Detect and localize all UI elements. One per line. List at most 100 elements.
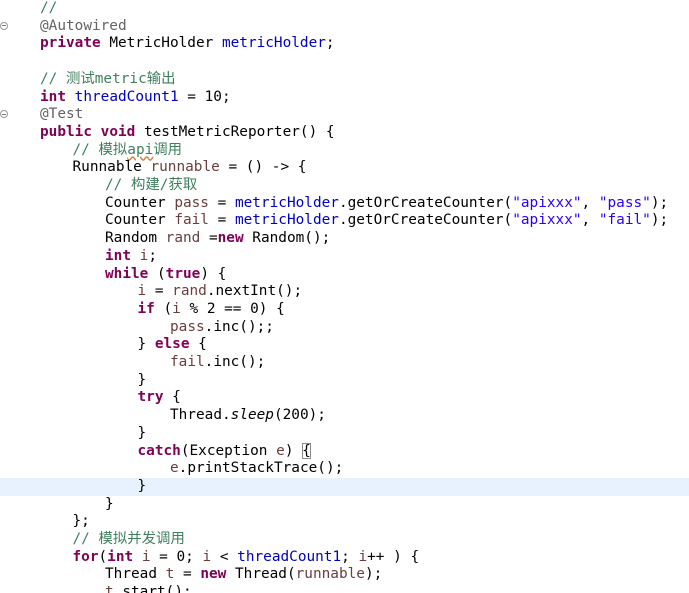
code-line[interactable]: // 测试metric输出 <box>0 71 689 89</box>
code-line-text: // 测试metric输出 <box>40 71 176 89</box>
code-line[interactable]: int threadCount1 = 10; <box>0 89 689 107</box>
code-token: }; <box>72 513 90 530</box>
code-token: (Exception <box>180 442 277 459</box>
code-token: < <box>211 548 238 565</box>
code-line[interactable] <box>0 53 689 71</box>
code-line-text: @Test <box>40 106 83 124</box>
code-token: .inc();; <box>204 318 274 335</box>
code-token: testMetricReporter() { <box>135 123 335 140</box>
code-line-text: } <box>105 496 114 514</box>
code-token: .getOrCreateCounter( <box>338 194 513 211</box>
code-line[interactable]: // <box>0 0 689 18</box>
code-token: sleep <box>230 407 274 424</box>
code-token: threadCount1 <box>237 548 342 565</box>
code-token: e <box>170 460 179 477</box>
code-token: .start(); <box>113 584 192 593</box>
code-token: , <box>581 212 599 229</box>
code-line[interactable]: @Test <box>0 106 689 124</box>
code-token: metricHolder <box>234 194 339 211</box>
code-line[interactable]: private MetricHolder metricHolder; <box>0 35 689 53</box>
code-line[interactable]: i = rand.nextInt(); <box>0 283 689 301</box>
code-token: (200); <box>273 407 326 424</box>
code-line-text: catch(Exception e) { <box>138 442 311 461</box>
code-token: // 模拟并发调用 <box>72 531 185 547</box>
code-line[interactable]: pass.inc();; <box>0 319 689 337</box>
code-line-text: pass.inc();; <box>170 319 274 337</box>
code-line[interactable]: @Autowired <box>0 18 689 36</box>
code-line[interactable]: } else { <box>0 336 689 354</box>
code-token: try <box>137 389 164 406</box>
code-line-text: Thread.sleep(200); <box>170 407 326 425</box>
code-token: api <box>127 141 154 158</box>
code-line[interactable]: Random rand =new Random(); <box>0 230 689 248</box>
code-token: { <box>163 389 181 406</box>
code-token: "apixxx" <box>512 194 582 211</box>
code-token: ) { <box>200 265 227 282</box>
code-line[interactable]: while (true) { <box>0 266 689 284</box>
code-token: .inc(); <box>204 354 266 370</box>
code-line[interactable]: Thread t = new Thread(runnable); <box>0 566 689 584</box>
code-token: = <box>174 566 201 583</box>
code-line[interactable]: } <box>0 425 689 443</box>
code-token: , <box>581 194 599 211</box>
code-token: fail <box>174 212 209 229</box>
code-token: pass <box>174 194 209 211</box>
code-token: { <box>302 442 311 459</box>
code-token: i <box>137 283 147 300</box>
current-line[interactable]: } <box>0 477 689 496</box>
code-line-text: // 构建/获取 <box>105 177 197 195</box>
code-line-text: t.start(); <box>105 584 192 593</box>
code-line[interactable]: for(int i = 0; i < threadCount1; i++ ) { <box>0 549 689 567</box>
code-token: Thread( <box>226 566 296 583</box>
code-token: runnable <box>295 566 365 583</box>
code-line[interactable]: } <box>0 372 689 390</box>
code-editor[interactable]: //@Autowired private MetricHolder metricH… <box>0 0 689 593</box>
code-token: runnable <box>150 159 220 176</box>
code-token: private <box>40 35 101 52</box>
code-token: rand <box>165 230 201 247</box>
code-line[interactable]: Runnable runnable = () -> { <box>0 159 689 177</box>
code-token: i <box>202 548 212 565</box>
code-line[interactable]: public void testMetricReporter() { <box>0 124 689 142</box>
code-line[interactable]: // 构建/获取 <box>0 177 689 195</box>
fold-toggle-icon[interactable] <box>0 21 8 30</box>
code-token: pass <box>170 318 205 335</box>
code-line[interactable]: // 模拟api调用 <box>0 142 689 160</box>
code-line[interactable]: } <box>0 496 689 514</box>
code-token: Runnable <box>72 159 151 176</box>
code-line[interactable]: Thread.sleep(200); <box>0 407 689 425</box>
code-line[interactable]: catch(Exception e) { <box>0 442 689 461</box>
code-line[interactable]: }; <box>0 513 689 531</box>
code-line[interactable]: Counter fail = metricHolder.getOrCreateC… <box>0 212 689 230</box>
code-line[interactable]: if (i % 2 == 0) { <box>0 301 689 319</box>
code-line-text: }; <box>73 513 90 531</box>
code-line-text: } <box>138 425 147 443</box>
code-token: ; <box>341 548 359 565</box>
code-line-text: } <box>138 372 147 390</box>
code-line-text: Runnable runnable = () -> { <box>73 159 307 177</box>
code-token: Thread. <box>170 407 231 424</box>
code-line-text: Thread t = new Thread(runnable); <box>105 566 382 584</box>
code-line-text: i = rand.nextInt(); <box>138 283 303 301</box>
code-line[interactable]: try { <box>0 389 689 407</box>
code-line[interactable]: // 模拟并发调用 <box>0 531 689 549</box>
code-token: = <box>208 194 235 211</box>
code-line[interactable]: int i; <box>0 248 689 266</box>
code-token: % 2 == 0) { <box>180 300 285 317</box>
code-token: for <box>72 548 99 565</box>
code-line-text: public void testMetricReporter() { <box>40 124 335 142</box>
code-token: ++ ) { <box>367 548 420 565</box>
code-line[interactable]: e.printStackTrace(); <box>0 460 689 478</box>
code-token: = <box>208 212 235 229</box>
code-token: { <box>189 336 207 353</box>
code-line[interactable]: Counter pass = metricHolder.getOrCreateC… <box>0 195 689 213</box>
code-line[interactable]: fail.inc(); <box>0 354 689 372</box>
code-line[interactable]: t.start(); <box>0 584 689 593</box>
code-token: new <box>217 230 244 247</box>
code-line-text: // 模拟api调用 <box>73 142 183 160</box>
fold-toggle-icon[interactable] <box>0 110 8 119</box>
code-token: new <box>200 566 227 583</box>
code-token: } <box>137 336 155 353</box>
